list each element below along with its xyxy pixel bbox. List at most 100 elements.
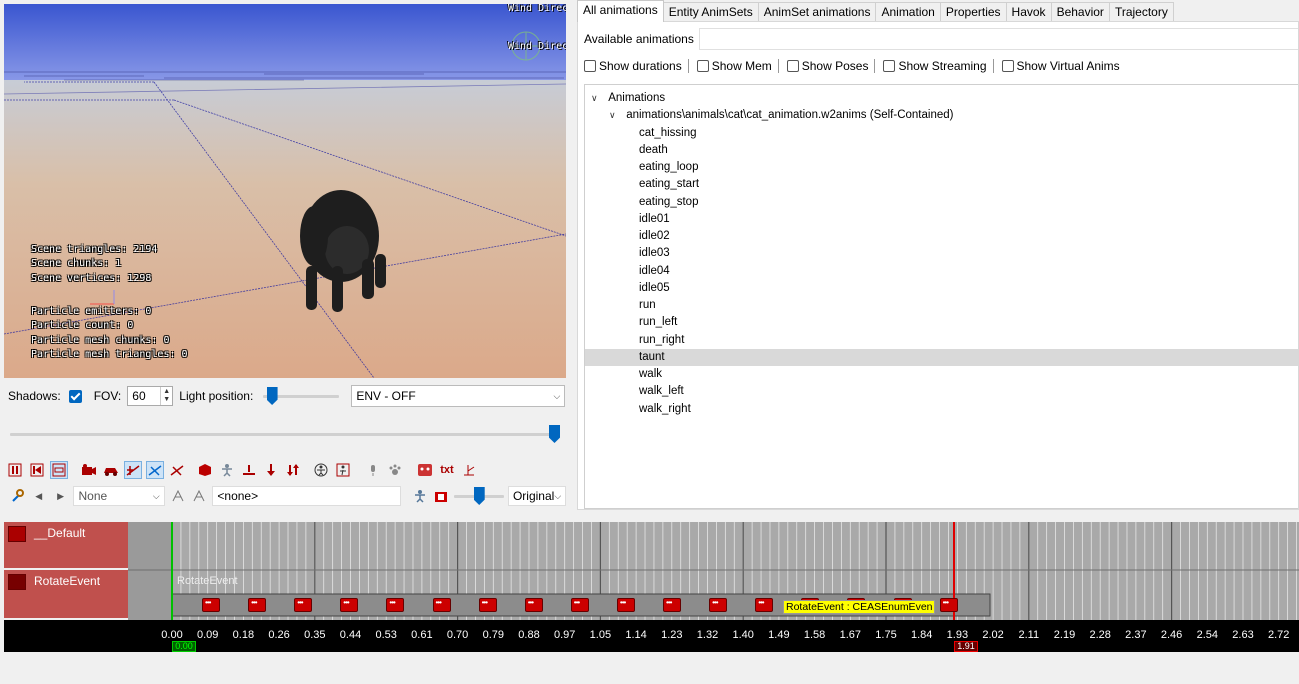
tree-item-idle01[interactable]: idle01 bbox=[585, 211, 1298, 228]
tree-item-idle05[interactable]: idle05 bbox=[585, 280, 1298, 297]
none-field[interactable]: <none> bbox=[212, 486, 401, 506]
ground-icon[interactable] bbox=[240, 461, 258, 479]
pause-icon[interactable] bbox=[6, 461, 24, 479]
light-position-slider[interactable] bbox=[263, 386, 340, 406]
tab-behavior[interactable]: Behavior bbox=[1050, 2, 1110, 22]
event-marker-icon[interactable] bbox=[478, 598, 497, 612]
event-marker-icon[interactable] bbox=[663, 598, 681, 612]
checkbox[interactable] bbox=[786, 60, 799, 72]
slider-thumb[interactable] bbox=[473, 487, 485, 505]
preset-dropdown[interactable]: None ⌵ bbox=[73, 486, 165, 506]
tree-item-walk-left[interactable]: walk_left bbox=[585, 383, 1298, 400]
bones-icon[interactable] bbox=[146, 461, 164, 479]
tree-item-run[interactable]: run bbox=[585, 297, 1298, 314]
event-marker-icon[interactable] bbox=[939, 598, 958, 612]
motion-icon[interactable] bbox=[168, 461, 186, 479]
tree-item-eating-stop[interactable]: eating_stop bbox=[585, 194, 1298, 211]
fov-spinner[interactable]: 60 ▲ ▼ bbox=[127, 386, 174, 406]
tree-item-taunt[interactable]: taunt bbox=[585, 348, 1298, 366]
cube-icon[interactable] bbox=[196, 461, 214, 479]
tab-properties[interactable]: Properties bbox=[939, 2, 1007, 22]
event-marker-icon[interactable] bbox=[340, 598, 359, 612]
event-timeline[interactable]: __Default RotateEvent RotateEvent Rotate… bbox=[4, 522, 1299, 654]
bones-tree-icon[interactable] bbox=[169, 487, 187, 505]
tree-item-cat-hissing[interactable]: cat_hissing bbox=[585, 125, 1298, 142]
track-rotateevent[interactable]: RotateEvent bbox=[4, 570, 128, 618]
record-icon[interactable] bbox=[433, 487, 451, 505]
tab-havok[interactable]: Havok bbox=[1005, 2, 1052, 22]
text-icon[interactable]: txt bbox=[438, 461, 456, 479]
env-dropdown[interactable]: ENV - OFF ⌵ bbox=[351, 385, 566, 407]
checkbox[interactable] bbox=[883, 60, 896, 72]
option-show-virtual-anims[interactable]: Show Virtual Anims bbox=[1001, 59, 1120, 73]
end-marker[interactable]: 1.91 bbox=[954, 641, 978, 652]
animation-tree[interactable]: ∨ Animations ∨ animations\animals\cat\ca… bbox=[584, 84, 1298, 509]
tree-item-idle03[interactable]: idle03 bbox=[585, 245, 1298, 262]
exit-icon[interactable] bbox=[334, 461, 352, 479]
paw-icon[interactable] bbox=[386, 461, 404, 479]
tree-root[interactable]: ∨ Animations bbox=[585, 90, 1298, 107]
tree-item-run-right[interactable]: run_right bbox=[585, 332, 1298, 349]
track-default[interactable]: __Default bbox=[4, 522, 128, 568]
event-marker-icon[interactable] bbox=[386, 598, 405, 612]
option-show-mem[interactable]: Show Mem bbox=[696, 59, 772, 73]
arrow-down-icon[interactable] bbox=[262, 461, 280, 479]
bones-tree-icon-2[interactable] bbox=[191, 487, 209, 505]
tree-item-walk-right[interactable]: walk_right bbox=[585, 401, 1298, 418]
checkbox[interactable] bbox=[584, 60, 596, 72]
arrows-updown-icon[interactable] bbox=[284, 461, 302, 479]
car-icon[interactable] bbox=[102, 461, 120, 479]
event-tag[interactable]: RotateEvent : CEASEnumEven bbox=[783, 600, 935, 614]
wrench-icon[interactable] bbox=[8, 487, 26, 505]
event-marker-icon[interactable] bbox=[248, 598, 267, 612]
event-marker-icon[interactable] bbox=[709, 598, 728, 612]
tab-all-animations[interactable]: All animations bbox=[577, 0, 664, 22]
mic-icon[interactable] bbox=[364, 461, 382, 479]
event-marker-icon[interactable] bbox=[755, 598, 774, 612]
event-marker-icon[interactable] bbox=[524, 598, 543, 612]
event-marker-icon[interactable] bbox=[570, 598, 589, 612]
tab-animation[interactable]: Animation bbox=[875, 2, 941, 22]
rewind-icon[interactable] bbox=[28, 461, 46, 479]
chevron-down-icon[interactable]: ∨ bbox=[591, 90, 601, 107]
available-animations-filter[interactable] bbox=[699, 28, 1298, 50]
next-icon[interactable]: ▶ bbox=[52, 487, 70, 505]
face-icon[interactable] bbox=[416, 461, 434, 479]
blend-slider[interactable] bbox=[454, 486, 504, 506]
chevron-down-icon[interactable]: ∨ bbox=[609, 107, 619, 124]
spin-arrows-icon[interactable]: ▲ ▼ bbox=[160, 387, 172, 405]
tree-item-eating-loop[interactable]: eating_loop bbox=[585, 159, 1298, 176]
slider-thumb[interactable] bbox=[549, 425, 560, 443]
option-show-streaming[interactable]: Show Streaming bbox=[883, 59, 987, 73]
original-dropdown[interactable]: Original ⌵ bbox=[507, 486, 566, 506]
tree-item-idle04[interactable]: idle04 bbox=[585, 263, 1298, 280]
3d-viewport[interactable]: Wind Direc Wind Direc Scene triangles: 2… bbox=[4, 4, 566, 378]
prev-icon[interactable]: ◀ bbox=[30, 487, 48, 505]
event-marker-icon[interactable] bbox=[432, 598, 451, 612]
loop-icon[interactable] bbox=[50, 461, 68, 479]
tree-item-walk[interactable]: walk bbox=[585, 366, 1298, 383]
event-marker-icon[interactable] bbox=[202, 598, 220, 612]
timeline-zoom-slider[interactable] bbox=[10, 424, 560, 444]
skeleton-icon[interactable] bbox=[124, 461, 142, 479]
tree-item-eating-start[interactable]: eating_start bbox=[585, 176, 1298, 193]
figure-blue-icon[interactable] bbox=[411, 487, 429, 505]
event-marker-icon[interactable] bbox=[616, 598, 635, 612]
tree-item-idle02[interactable]: idle02 bbox=[585, 228, 1298, 245]
event-marker-icon[interactable] bbox=[294, 598, 313, 612]
tab-animset-animations[interactable]: AnimSet animations bbox=[757, 2, 877, 22]
checkbox[interactable] bbox=[1001, 60, 1014, 72]
tab-entity-animsets[interactable]: Entity AnimSets bbox=[662, 2, 759, 22]
checkbox[interactable] bbox=[696, 60, 709, 72]
tab-trajectory[interactable]: Trajectory bbox=[1108, 2, 1174, 22]
axis-icon[interactable] bbox=[460, 461, 478, 479]
option-show-durations[interactable]: Show durations bbox=[584, 59, 682, 73]
shadows-checkbox[interactable] bbox=[68, 389, 82, 403]
camera-icon[interactable] bbox=[80, 461, 98, 479]
figure-icon[interactable] bbox=[218, 461, 236, 479]
tree-item-run-left[interactable]: run_left bbox=[585, 314, 1298, 331]
tree-file[interactable]: ∨ animations\animals\cat\cat_animation.w… bbox=[585, 107, 1298, 124]
option-show-poses[interactable]: Show Poses bbox=[786, 59, 868, 73]
slider-thumb[interactable] bbox=[266, 387, 278, 405]
person-circle-icon[interactable] bbox=[312, 461, 330, 479]
